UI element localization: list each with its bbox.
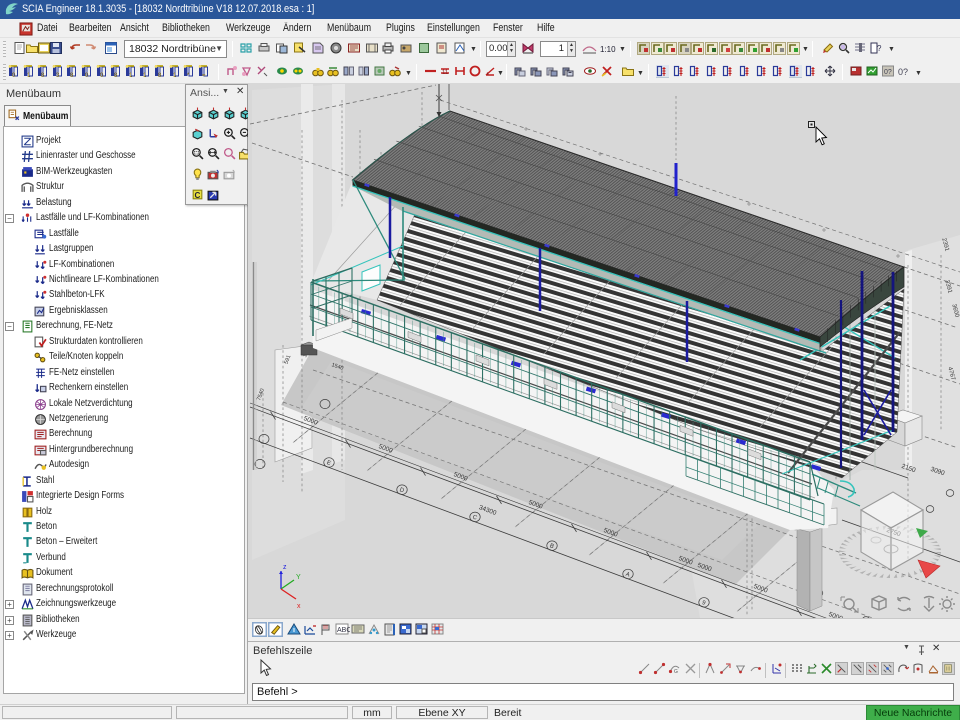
- svg-text:0?: 0?: [884, 69, 892, 76]
- svg-text:0?: 0?: [898, 67, 908, 77]
- svg-text:?: ?: [877, 44, 882, 53]
- svg-text:=: =: [202, 73, 206, 78]
- svg-text:C: C: [194, 191, 200, 200]
- svg-text:1:10: 1:10: [600, 45, 616, 54]
- svg-text:z: z: [283, 564, 287, 571]
- svg-text:Y: Y: [296, 574, 301, 581]
- svg-text:x: x: [297, 603, 301, 610]
- svg-text:ABC: ABC: [337, 627, 350, 634]
- svg-text:11: 11: [442, 70, 449, 76]
- svg-text:G: G: [674, 669, 678, 675]
